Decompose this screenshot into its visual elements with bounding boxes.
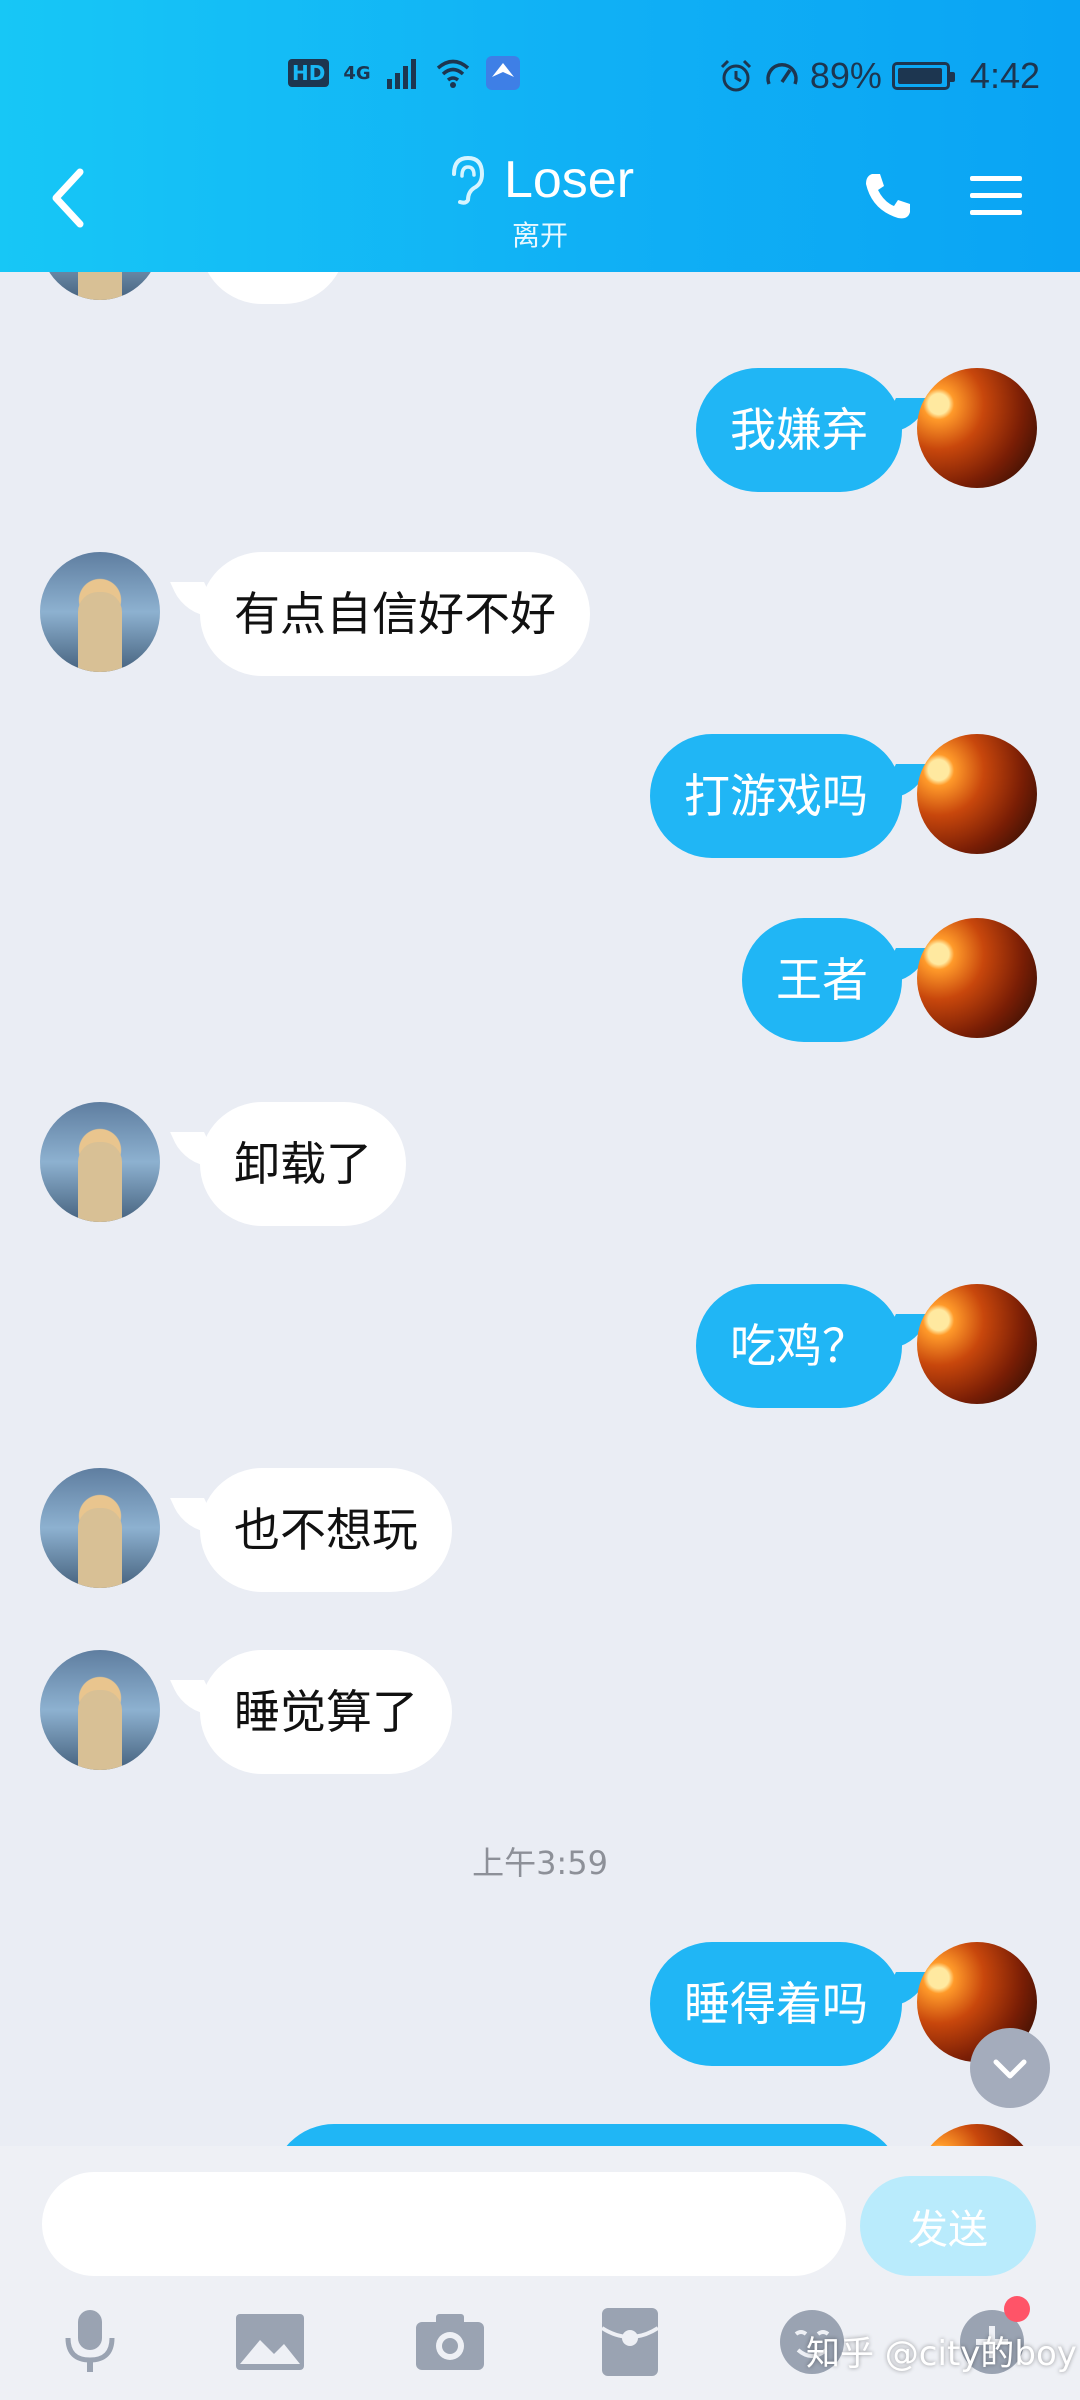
message-row: 打游戏吗 bbox=[0, 734, 1080, 858]
message-row bbox=[0, 272, 1080, 304]
scroll-to-bottom-button[interactable] bbox=[970, 2028, 1050, 2108]
incoming-message-bubble[interactable] bbox=[200, 272, 346, 304]
my-avatar[interactable] bbox=[917, 1284, 1037, 1404]
red-packet-icon[interactable] bbox=[590, 2302, 670, 2382]
phone-icon[interactable] bbox=[860, 168, 916, 224]
message-row: 睡得着吗 bbox=[0, 1942, 1080, 2066]
network-type: 4G bbox=[343, 62, 371, 84]
clock: 4:42 bbox=[969, 55, 1040, 96]
outgoing-message-bubble[interactable]: 我嫌弃 bbox=[696, 368, 902, 492]
incoming-message-bubble[interactable]: 有点自信好不好 bbox=[200, 552, 590, 676]
app-notification-icon bbox=[485, 56, 520, 90]
incoming-message-bubble[interactable]: 也不想玩 bbox=[200, 1468, 452, 1592]
incoming-message-bubble[interactable]: 卸载了 bbox=[200, 1102, 406, 1226]
message-row: 卸载了 bbox=[0, 1102, 1080, 1226]
hd-indicator: HD bbox=[288, 59, 330, 87]
my-avatar[interactable] bbox=[917, 2124, 1037, 2146]
message-row: 有点自信好不好 bbox=[0, 552, 1080, 676]
chevron-down-icon bbox=[993, 2059, 1027, 2079]
chat-title: Loser 离开 bbox=[0, 150, 1080, 254]
image-icon[interactable] bbox=[230, 2302, 310, 2382]
message-row: 也不想玩 bbox=[0, 1468, 1080, 1592]
message-list[interactable]: 我嫌弃 有点自信好不好 打游戏吗 王者 卸载了 吃鸡？ 也不想玩 睡觉算了 上午… bbox=[0, 272, 1080, 2146]
my-avatar[interactable] bbox=[917, 368, 1037, 488]
watermark: 知乎 @city的boy bbox=[806, 2334, 1077, 2374]
send-button[interactable]: 发送 bbox=[860, 2176, 1036, 2276]
contact-avatar[interactable] bbox=[40, 272, 160, 300]
contact-avatar[interactable] bbox=[40, 1468, 160, 1588]
my-avatar[interactable] bbox=[917, 734, 1037, 854]
outgoing-message-bubble[interactable]: 王者 bbox=[742, 918, 902, 1042]
chat-header: HD 4G 89% 4:42 Loser 离开 bbox=[0, 0, 1080, 272]
contact-avatar[interactable] bbox=[40, 1102, 160, 1222]
contact-avatar[interactable] bbox=[40, 1650, 160, 1770]
message-row: 王者 bbox=[0, 918, 1080, 1042]
contact-name[interactable]: Loser bbox=[504, 150, 634, 210]
alarm-icon bbox=[720, 59, 751, 92]
message-row bbox=[0, 2124, 1080, 2146]
contact-avatar[interactable] bbox=[40, 552, 160, 672]
my-avatar[interactable] bbox=[917, 918, 1037, 1038]
ear-icon[interactable] bbox=[446, 154, 486, 206]
incoming-message-bubble[interactable]: 睡觉算了 bbox=[200, 1650, 452, 1774]
menu-icon[interactable] bbox=[968, 168, 1024, 224]
wifi-icon bbox=[436, 59, 469, 88]
outgoing-message-bubble[interactable]: 打游戏吗 bbox=[650, 734, 902, 858]
message-row: 吃鸡？ bbox=[0, 1284, 1080, 1408]
battery-percent: 89% bbox=[809, 55, 882, 96]
presence-status: 离开 bbox=[511, 219, 568, 252]
battery-icon bbox=[891, 62, 955, 90]
message-timestamp: 上午3:59 bbox=[472, 1844, 608, 1882]
outgoing-message-bubble[interactable]: 睡得着吗 bbox=[650, 1942, 902, 2066]
outgoing-message-bubble[interactable]: 吃鸡？ bbox=[696, 1284, 902, 1408]
outgoing-message-bubble[interactable] bbox=[272, 2124, 902, 2146]
message-input[interactable] bbox=[42, 2172, 846, 2276]
microphone-icon[interactable] bbox=[50, 2302, 130, 2382]
signal-icon bbox=[386, 59, 416, 89]
notification-dot bbox=[1004, 2296, 1030, 2322]
message-row: 我嫌弃 bbox=[0, 368, 1080, 492]
message-row: 睡觉算了 bbox=[0, 1650, 1080, 1774]
status-bar: HD 4G 89% 4:42 bbox=[0, 55, 1080, 105]
speed-icon bbox=[766, 63, 798, 85]
camera-icon[interactable] bbox=[410, 2302, 490, 2382]
